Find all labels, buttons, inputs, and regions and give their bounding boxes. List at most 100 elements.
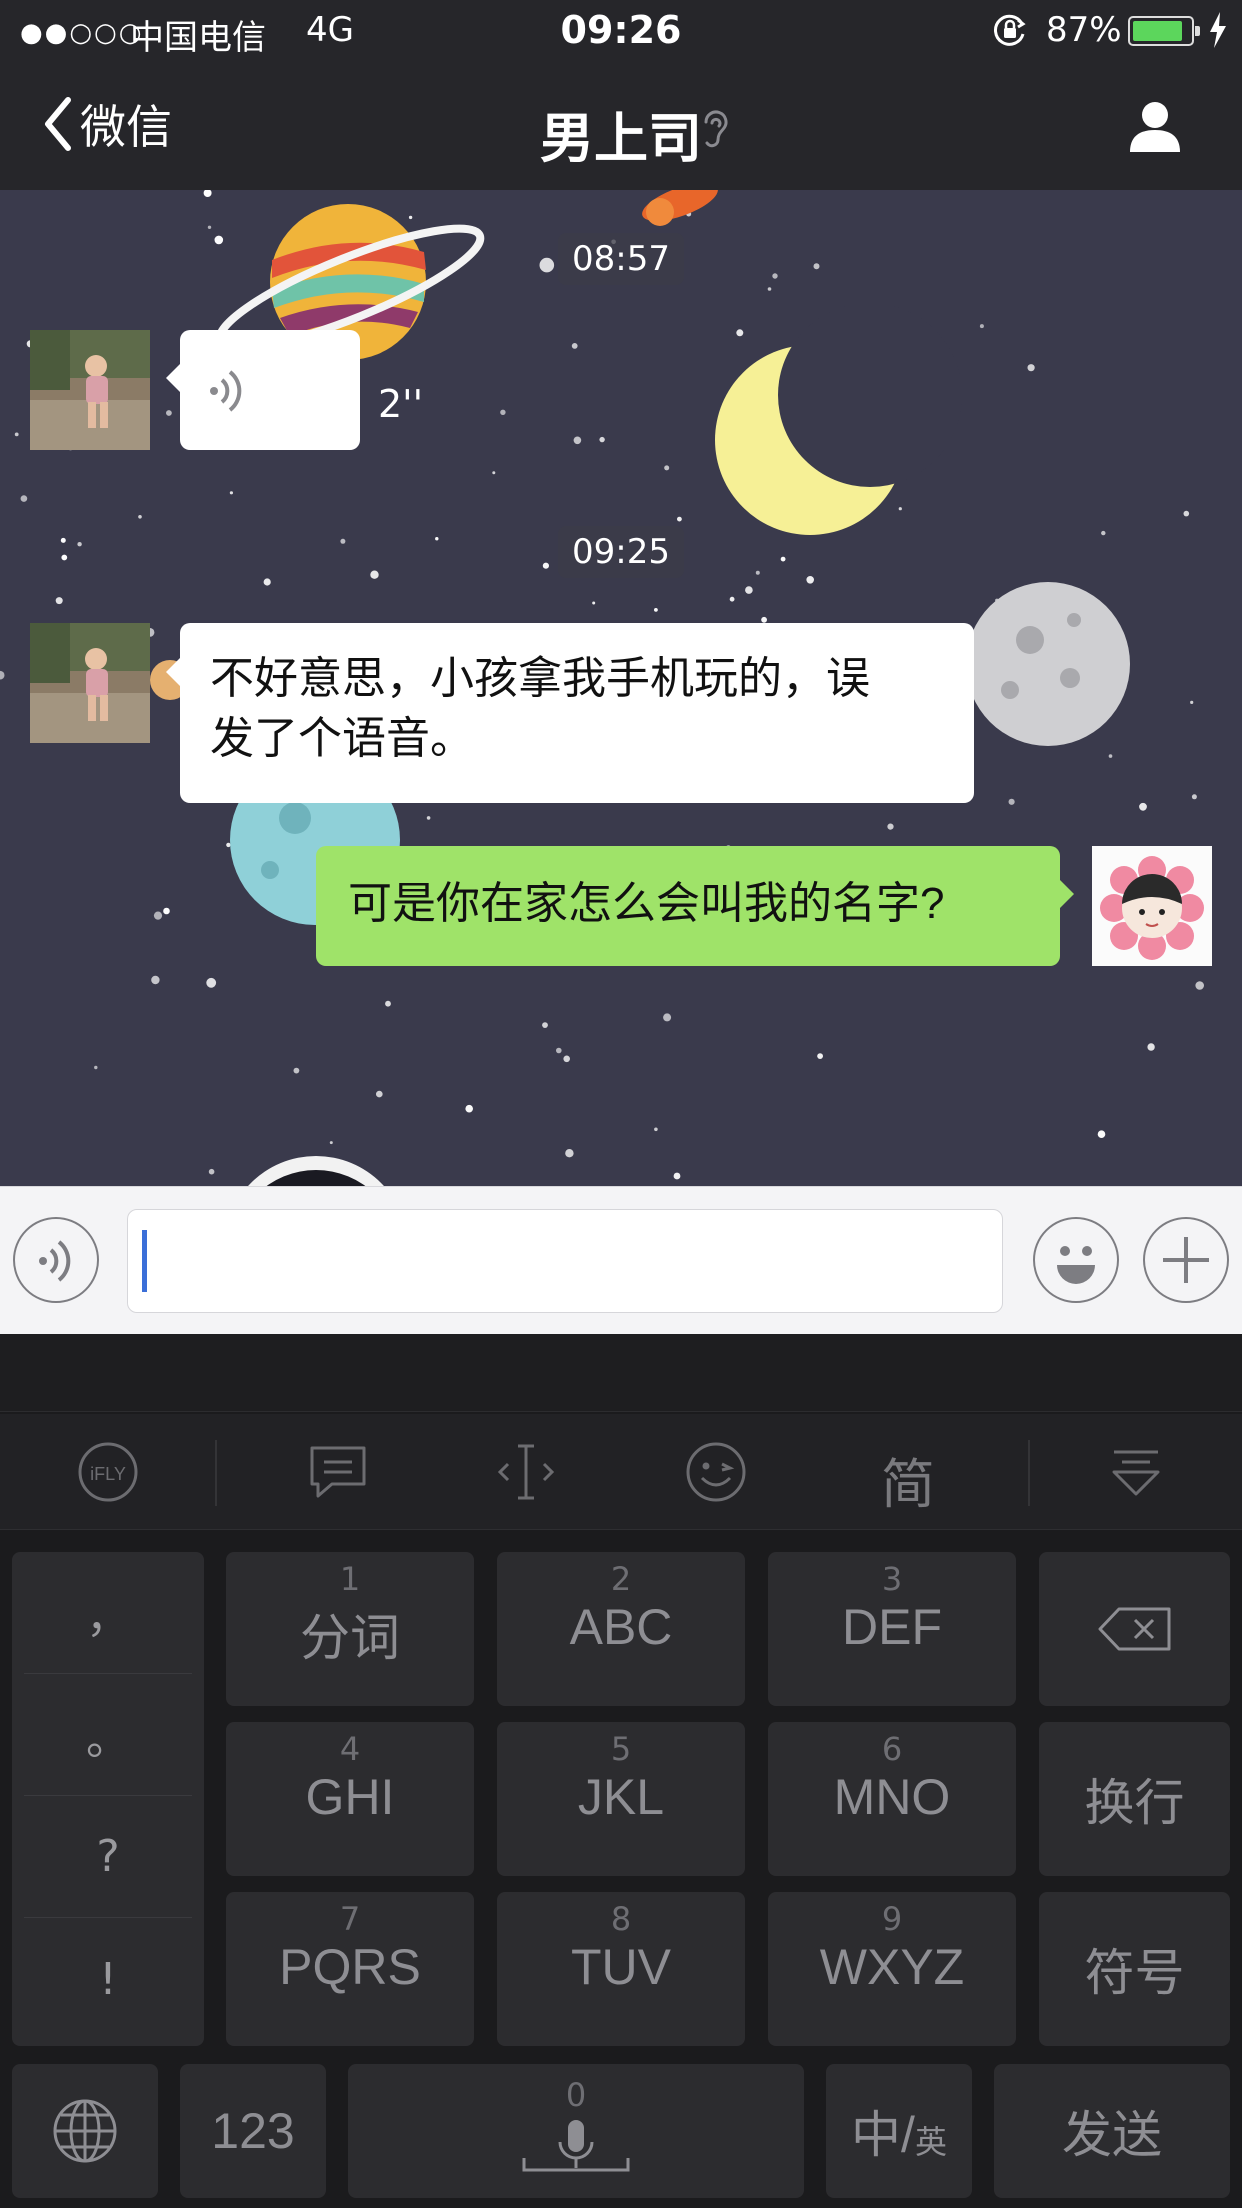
keyboard-candidate-bar [0, 1334, 1242, 1412]
punctuation-key[interactable]: 。 [24, 1674, 192, 1796]
star [138, 515, 142, 519]
voice-input-button[interactable] [13, 1217, 99, 1303]
wink-emoji-icon[interactable] [684, 1440, 748, 1504]
star [780, 556, 786, 562]
collapse-keyboard-icon[interactable] [1104, 1440, 1168, 1504]
star [556, 1047, 562, 1054]
lang-toggle-face: 中/英 [826, 2064, 972, 2198]
timestamp: 09:25 [558, 526, 684, 578]
emoji-icon [1057, 1246, 1095, 1284]
text-message-bubble[interactable]: 不好意思，小孩拿我手机玩的，误 发了个语音。 [180, 623, 974, 803]
sent-message-bubble[interactable]: 可是你在家怎么会叫我的名字? [316, 846, 1060, 966]
star [435, 537, 439, 541]
chat-area[interactable]: 08:57 2'' 09:25 不好意思，小孩拿我手机玩的，误 发了个语音。 可… [0, 190, 1242, 1186]
voice-wave-icon [210, 370, 242, 412]
key-3[interactable]: 3 DEF [768, 1552, 1016, 1706]
key-7[interactable]: 7 PQRS [226, 1892, 474, 2046]
battery-icon [1128, 16, 1200, 46]
delete-key[interactable] [1039, 1552, 1230, 1706]
avatar-self[interactable] [1092, 846, 1212, 966]
key-label: JKL [577, 1769, 665, 1825]
punctuation-key[interactable]: ! [24, 1918, 192, 2040]
star [20, 495, 28, 502]
key-number: 0 [565, 2076, 587, 2114]
star [542, 562, 550, 569]
key-label: MNO [833, 1769, 951, 1825]
star [563, 1055, 570, 1063]
voice-message-bubble[interactable] [180, 330, 360, 450]
star [755, 570, 760, 575]
star [1097, 1130, 1106, 1138]
key-2[interactable]: 2 ABC [497, 1552, 745, 1706]
chinese-english-toggle[interactable]: 中/英 [826, 2064, 972, 2198]
key-9[interactable]: 9 WXYZ [768, 1892, 1016, 2046]
orientation-lock-icon [994, 14, 1026, 46]
key-number: 5 [610, 1730, 632, 1768]
cursor-move-icon[interactable] [494, 1440, 558, 1504]
star [263, 578, 271, 586]
avatar-sender[interactable] [30, 330, 150, 450]
emoji-button[interactable] [1033, 1217, 1119, 1303]
star [761, 616, 767, 623]
symbols-key-label: 符号 [1084, 1945, 1185, 2001]
comet-illustration [642, 190, 718, 226]
star [736, 329, 744, 337]
cursor-move-graphic [497, 1444, 555, 1500]
star [370, 570, 379, 579]
star [94, 1065, 98, 1070]
star [207, 225, 212, 229]
star [663, 1013, 672, 1022]
key-4[interactable]: 4 GHI [226, 1722, 474, 1876]
star [1195, 981, 1204, 990]
star [817, 1053, 823, 1059]
star [1101, 530, 1106, 536]
numbers-key[interactable]: 123 [180, 2064, 326, 2198]
star [1027, 364, 1035, 372]
star [293, 1067, 300, 1074]
ifly-logo-icon[interactable]: iFLY [76, 1440, 140, 1504]
star [14, 432, 19, 437]
key-label: GHI [305, 1769, 395, 1825]
star [329, 1141, 333, 1145]
star [542, 1022, 548, 1028]
punctuation-key[interactable]: ， [24, 1552, 192, 1674]
space-mic-key[interactable]: 0 [348, 2064, 804, 2198]
ear-icon [704, 110, 728, 148]
key-number: 4 [339, 1730, 361, 1768]
punctuation-key[interactable]: ? [24, 1796, 192, 1918]
battery-nub [1195, 26, 1200, 36]
star [654, 1127, 658, 1132]
star [385, 1000, 391, 1007]
send-key[interactable]: 发送 [994, 2064, 1230, 2198]
charging-bolt-icon [1210, 12, 1226, 48]
numbers-key-label: 123 [211, 2103, 295, 2159]
flower-girl-avatar [1092, 846, 1212, 966]
star [163, 907, 170, 915]
star [1108, 754, 1113, 758]
chat-title: 男上司 [540, 107, 702, 170]
key-8[interactable]: 8 TUV [497, 1892, 745, 2046]
newline-key[interactable]: 换行 [1039, 1722, 1230, 1876]
person-icon[interactable] [1126, 98, 1184, 154]
avatar-sender[interactable] [30, 623, 150, 743]
message-input[interactable] [127, 1209, 1003, 1313]
child-photo [30, 623, 150, 743]
symbols-key[interactable]: 符号 [1039, 1892, 1230, 2046]
star [1147, 1043, 1155, 1051]
key-number: 2 [610, 1560, 632, 1598]
key-5[interactable]: 5 JKL [497, 1722, 745, 1876]
key-1[interactable]: 1 分词 [226, 1552, 474, 1706]
globe-key[interactable] [12, 2064, 158, 2198]
keyboard: iFLY 简 ， 。 ? ! 1 分词 2 ABC 3 DEF 4 GHI 5 … [0, 1334, 1242, 2208]
star [1008, 798, 1015, 805]
delete-key-face [1039, 1552, 1230, 1706]
key-6[interactable]: 6 MNO [768, 1722, 1016, 1876]
star [465, 1104, 474, 1113]
message-icon[interactable] [306, 1440, 370, 1504]
bubble-tail [166, 364, 180, 392]
keyboard-toolbar: iFLY 简 [0, 1414, 1242, 1530]
more-button[interactable] [1143, 1217, 1229, 1303]
star [500, 409, 506, 415]
key-label: WXYZ [819, 1939, 965, 1995]
simplified-chinese-toggle[interactable]: 简 [868, 1440, 948, 1516]
